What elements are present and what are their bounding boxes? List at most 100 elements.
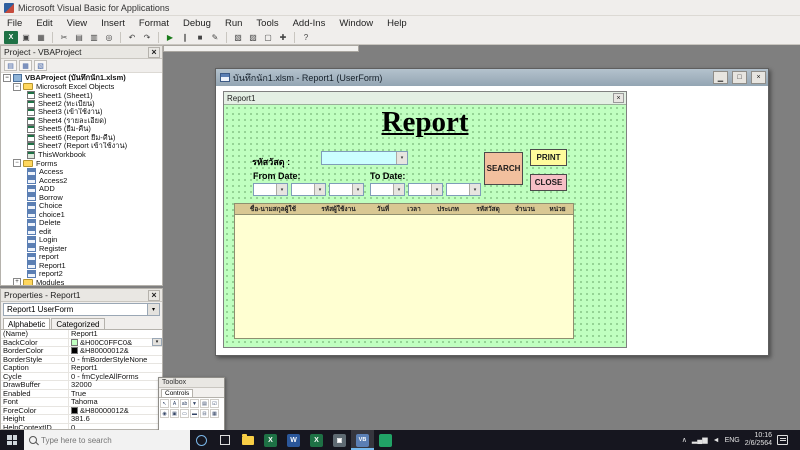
- chevron-down-icon[interactable]: ▾: [431, 184, 442, 195]
- insert-userform-icon[interactable]: ▣: [19, 31, 33, 44]
- language-indicator[interactable]: ENG: [725, 437, 740, 444]
- tree-item-thisworkbook[interactable]: ThisWorkbook: [1, 151, 162, 160]
- expand-icon[interactable]: +: [13, 278, 21, 285]
- file-explorer-icon[interactable]: [236, 430, 259, 450]
- tray-chevron-up-icon[interactable]: ∧: [682, 436, 687, 444]
- to-year-combobox[interactable]: ▾: [446, 183, 481, 196]
- chevron-down-icon[interactable]: ▾: [469, 184, 480, 195]
- userform-report1[interactable]: Report1 × Report รหัสวัสดุ : ▾ From Date…: [223, 91, 627, 348]
- report-heading-label[interactable]: Report: [224, 107, 626, 138]
- volume-icon[interactable]: ◄: [713, 437, 720, 444]
- project-panel-header[interactable]: Project - VBAProject ×: [1, 46, 162, 59]
- start-button[interactable]: [0, 430, 24, 450]
- combobox-control-icon[interactable]: ▼: [190, 399, 199, 408]
- taskbar-search[interactable]: [24, 430, 190, 450]
- close-button[interactable]: CLOSE: [530, 174, 567, 191]
- collapse-icon[interactable]: −: [13, 159, 21, 167]
- help-icon[interactable]: ?: [299, 31, 313, 44]
- tree-item-sheet5[interactable]: Sheet5 (ยืม-คืน): [1, 125, 162, 134]
- minimize-icon[interactable]: ▁: [713, 71, 728, 84]
- tree-item-report1[interactable]: Report1: [1, 261, 162, 270]
- menu-item-addins[interactable]: Add-Ins: [286, 18, 333, 29]
- taskbar-search-input[interactable]: [41, 436, 166, 445]
- view-excel-icon[interactable]: X: [4, 31, 18, 44]
- tree-folder-modules[interactable]: + Modules: [1, 278, 162, 285]
- tree-item-sheet3[interactable]: Sheet3 (เข้าใช้งาน): [1, 108, 162, 117]
- from-date-label[interactable]: From Date:: [253, 171, 301, 181]
- tree-item-login[interactable]: Login: [1, 236, 162, 245]
- green-app-icon[interactable]: [374, 430, 397, 450]
- frame-control-icon[interactable]: ▭: [180, 409, 189, 418]
- togglebutton-control-icon[interactable]: ▣: [170, 409, 179, 418]
- toolbox-titlebar[interactable]: Toolbox: [159, 378, 224, 388]
- menu-item-debug[interactable]: Debug: [176, 18, 218, 29]
- chevron-down-icon[interactable]: ▾: [152, 338, 162, 346]
- select-pointer-icon[interactable]: ↖: [160, 399, 169, 408]
- search-button[interactable]: SEARCH: [484, 152, 523, 185]
- menu-item-edit[interactable]: Edit: [29, 18, 59, 29]
- chevron-down-icon[interactable]: ▾: [147, 304, 159, 315]
- mdi-scroll-strip[interactable]: [163, 45, 359, 52]
- toggle-folders-icon[interactable]: ▧: [34, 60, 47, 71]
- menu-item-help[interactable]: Help: [380, 18, 414, 29]
- excel-2-icon[interactable]: X: [305, 430, 328, 450]
- from-month-combobox[interactable]: ▾: [291, 183, 326, 196]
- property-row-helpcontextid[interactable]: HelpContextID0: [1, 424, 162, 430]
- close-icon[interactable]: ×: [751, 71, 766, 84]
- properties-window-icon[interactable]: ▨: [246, 31, 260, 44]
- object-browser-icon[interactable]: ▢: [261, 31, 275, 44]
- tree-item-sheet4[interactable]: Sheet4 (รายละเอียด): [1, 117, 162, 126]
- redo-icon[interactable]: ↷: [140, 31, 154, 44]
- task-view-icon[interactable]: [213, 430, 236, 450]
- vba-taskbar-icon[interactable]: VB: [351, 430, 374, 450]
- result-listbox[interactable]: [234, 215, 574, 339]
- from-year-combobox[interactable]: ▾: [329, 183, 364, 196]
- tree-item-register[interactable]: Register: [1, 244, 162, 253]
- network-icon[interactable]: ▂▄▆: [692, 436, 708, 444]
- tree-item-sheet2[interactable]: Sheet2 (ทะเบียน): [1, 100, 162, 109]
- cut-icon[interactable]: ✂: [57, 31, 71, 44]
- excel-icon[interactable]: X: [259, 430, 282, 450]
- tabstrip-control-icon[interactable]: ⊟: [200, 409, 209, 418]
- action-center-icon[interactable]: [777, 435, 788, 445]
- checkbox-control-icon[interactable]: ☑: [210, 399, 219, 408]
- optionbutton-control-icon[interactable]: ◉: [160, 409, 169, 418]
- close-icon[interactable]: ×: [148, 290, 160, 301]
- listbox-control-icon[interactable]: ▤: [200, 399, 209, 408]
- view-object-icon[interactable]: ▦: [19, 60, 32, 71]
- tree-folder-forms[interactable]: − Forms: [1, 159, 162, 168]
- word-icon[interactable]: W: [282, 430, 305, 450]
- properties-panel-header[interactable]: Properties - Report1 ×: [1, 289, 162, 302]
- chevron-down-icon[interactable]: ▾: [393, 184, 404, 195]
- chevron-down-icon[interactable]: ▾: [314, 184, 325, 195]
- tree-item-choice1[interactable]: choice1: [1, 210, 162, 219]
- tree-item-access[interactable]: Access: [1, 168, 162, 177]
- restore-icon[interactable]: □: [732, 71, 747, 84]
- image-control-icon[interactable]: ▦: [210, 409, 219, 418]
- menu-item-run[interactable]: Run: [218, 18, 249, 29]
- print-button[interactable]: PRINT: [530, 149, 567, 166]
- tree-item-edit[interactable]: edit: [1, 227, 162, 236]
- chevron-down-icon[interactable]: ▾: [276, 184, 287, 195]
- break-icon[interactable]: ∥: [178, 31, 192, 44]
- tree-item-access2[interactable]: Access2: [1, 176, 162, 185]
- project-explorer-icon[interactable]: ▧: [231, 31, 245, 44]
- chevron-down-icon[interactable]: ▾: [352, 184, 363, 195]
- tree-item-delete[interactable]: Delete: [1, 219, 162, 228]
- tray-clock[interactable]: 10:16 2/6/2564: [745, 432, 772, 448]
- textbox-control-icon[interactable]: ab: [180, 399, 189, 408]
- collapse-icon[interactable]: −: [13, 83, 21, 91]
- design-mode-icon[interactable]: ✎: [208, 31, 222, 44]
- reset-icon[interactable]: ■: [193, 31, 207, 44]
- tree-item-vbaproject[interactable]: − VBAProject (บันทึกนัก1.xlsm): [1, 74, 162, 83]
- userform-body[interactable]: Report รหัสวัสดุ : ▾ From Date: To Date:…: [224, 105, 626, 347]
- photos-icon[interactable]: ▣: [328, 430, 351, 450]
- menu-item-insert[interactable]: Insert: [94, 18, 132, 29]
- tab-controls[interactable]: Controls: [161, 389, 193, 397]
- designer-titlebar[interactable]: บันทึกนัก1.xlsm - Report1 (UserForm) ▁ □…: [216, 69, 768, 86]
- tab-categorized[interactable]: Categorized: [51, 318, 104, 329]
- tree-item-sheet7[interactable]: Sheet7 (Report เข้าใช้งาน): [1, 142, 162, 151]
- find-icon[interactable]: ◎: [102, 31, 116, 44]
- view-code-icon[interactable]: ▤: [4, 60, 17, 71]
- tree-item-choice[interactable]: Choice: [1, 202, 162, 211]
